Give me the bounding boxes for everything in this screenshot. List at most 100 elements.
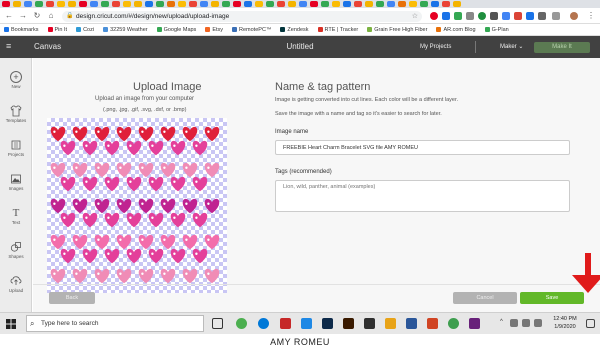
photoshop-icon[interactable] <box>322 318 333 329</box>
illustrator-icon[interactable] <box>343 318 354 329</box>
sidebar-item-upload[interactable]: Upload <box>0 272 32 298</box>
browser-tab[interactable] <box>365 1 373 7</box>
windows-start-icon[interactable] <box>6 319 16 329</box>
keyboard-icon[interactable] <box>534 319 542 327</box>
extension-icon[interactable] <box>538 12 546 20</box>
browser-tab[interactable] <box>57 1 65 7</box>
sidebar-item-text[interactable]: T Text <box>0 204 32 230</box>
bookmark-item[interactable]: Bookmarks <box>4 27 39 33</box>
bookmark-item[interactable]: Pin It <box>47 27 67 33</box>
back-arrow-icon[interactable]: ← <box>4 11 14 21</box>
cancel-button[interactable]: Cancel <box>453 292 517 304</box>
clock-time[interactable]: 12:40 PM <box>548 316 582 322</box>
file-explorer-icon[interactable] <box>385 318 396 329</box>
browser-tab[interactable] <box>145 1 153 7</box>
extension-icon[interactable] <box>490 12 498 20</box>
browser-tab[interactable] <box>134 1 142 7</box>
browser-tab[interactable] <box>101 1 109 7</box>
extension-icon[interactable] <box>442 12 450 20</box>
browser-tab[interactable] <box>46 1 54 7</box>
browser-tab[interactable] <box>310 1 318 7</box>
sidebar-item-templates[interactable]: Templates <box>0 102 32 128</box>
taskbar-search-input[interactable]: ⌕ Type here to search <box>26 315 204 332</box>
tags-input[interactable] <box>275 180 570 212</box>
indesign-icon[interactable] <box>364 318 375 329</box>
browser-tab[interactable] <box>211 1 219 7</box>
browser-tab[interactable] <box>387 1 395 7</box>
machine-select[interactable]: Maker ⌄ <box>500 36 523 58</box>
browser-tab[interactable] <box>332 1 340 7</box>
sidebar-item-projects[interactable]: Projects <box>0 136 32 162</box>
extension-icon[interactable] <box>502 12 510 20</box>
sidebar-item-images[interactable]: Images <box>0 170 32 196</box>
forward-arrow-icon[interactable]: → <box>18 11 28 21</box>
bookmark-item[interactable]: 32259 Weather <box>103 27 148 33</box>
app-icon[interactable] <box>448 318 459 329</box>
browser-tab[interactable] <box>398 1 406 7</box>
powerpoint-icon[interactable] <box>427 318 438 329</box>
bookmark-item[interactable]: RTE | Tracker <box>317 27 358 33</box>
browser-tab[interactable] <box>442 1 450 7</box>
browser-tab[interactable] <box>255 1 263 7</box>
make-it-button[interactable]: Make It <box>534 42 590 53</box>
bookmark-item[interactable]: Cozi <box>76 27 94 33</box>
wifi-icon[interactable] <box>510 319 518 327</box>
browser-tab[interactable] <box>68 1 76 7</box>
bookmark-item[interactable]: Etsy <box>205 27 223 33</box>
extension-icon[interactable] <box>454 12 462 20</box>
extension-icon[interactable] <box>514 12 522 20</box>
bookmark-item[interactable]: G-Plan <box>484 27 509 33</box>
more-vert-icon[interactable]: ⋮ <box>586 11 596 21</box>
browser-tab[interactable] <box>90 1 98 7</box>
browser-tab[interactable] <box>167 1 175 7</box>
home-icon[interactable]: ⌂ <box>46 11 56 21</box>
bookmark-item[interactable]: AR.com Blog <box>436 27 476 33</box>
chrome-icon[interactable] <box>236 318 247 329</box>
browser-tab[interactable] <box>288 1 296 7</box>
browser-tab[interactable] <box>431 1 439 7</box>
star-icon[interactable]: ☆ <box>412 11 418 22</box>
browser-tab[interactable] <box>266 1 274 7</box>
task-view-icon[interactable] <box>212 318 223 329</box>
volume-icon[interactable] <box>522 319 530 327</box>
browser-tab[interactable] <box>420 1 428 7</box>
edge-icon[interactable] <box>258 318 269 329</box>
my-projects-link[interactable]: My Projects <box>420 36 451 58</box>
extension-icon[interactable] <box>526 12 534 20</box>
browser-tab[interactable] <box>24 1 32 7</box>
browser-tab[interactable] <box>123 1 131 7</box>
browser-tab[interactable] <box>189 1 197 7</box>
browser-tab[interactable] <box>409 1 417 7</box>
word-icon[interactable] <box>406 318 417 329</box>
app-icon[interactable] <box>280 318 291 329</box>
browser-tab[interactable] <box>376 1 384 7</box>
browser-tab[interactable] <box>35 1 43 7</box>
browser-tab[interactable] <box>222 1 230 7</box>
bookmark-item[interactable]: Grain Free High Fiber <box>367 27 427 33</box>
profile-avatar[interactable] <box>570 12 578 20</box>
bookmark-item[interactable]: Google Maps <box>156 27 196 33</box>
browser-tab[interactable] <box>200 1 208 7</box>
tray-chevron-up-icon[interactable]: ^ <box>500 319 503 325</box>
browser-tab[interactable] <box>156 1 164 7</box>
clock-date[interactable]: 1/9/2020 <box>548 324 582 330</box>
browser-tab[interactable] <box>277 1 285 7</box>
browser-tab[interactable] <box>2 1 10 7</box>
sidebar-item-new[interactable]: + New <box>0 68 32 94</box>
bookmark-item[interactable]: RemotePC™ <box>232 27 271 33</box>
browser-tab[interactable] <box>178 1 186 7</box>
url-field[interactable]: 🔒 design.cricut.com/#/design/new/upload/… <box>62 11 422 22</box>
browser-tab[interactable] <box>453 1 461 7</box>
browser-tab[interactable] <box>354 1 362 7</box>
extension-icon[interactable] <box>466 12 474 20</box>
app-icon[interactable] <box>469 318 480 329</box>
pinterest-extension-icon[interactable] <box>430 12 438 20</box>
browser-tab[interactable] <box>13 1 21 7</box>
bookmark-item[interactable]: Zendesk <box>280 27 309 33</box>
dropbox-icon[interactable] <box>301 318 312 329</box>
browser-tab[interactable] <box>343 1 351 7</box>
notifications-icon[interactable] <box>586 319 595 328</box>
back-button[interactable]: Back <box>49 292 95 304</box>
browser-tab[interactable] <box>233 1 241 7</box>
browser-tab[interactable] <box>321 1 329 7</box>
